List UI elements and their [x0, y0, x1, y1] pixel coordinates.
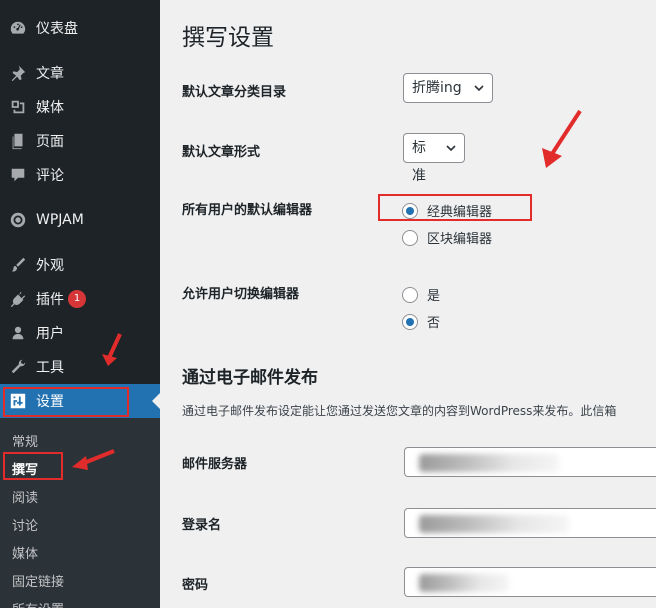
menu-tools-label: 工具	[36, 360, 64, 376]
menu-plugins[interactable]: 插件 1	[0, 282, 160, 316]
pin-icon	[8, 63, 28, 83]
switch-no-radio[interactable]	[402, 313, 418, 330]
red-arrow-icon	[542, 109, 582, 168]
default-format-value: 标准	[412, 140, 426, 184]
menu-posts-label: 文章	[36, 66, 64, 82]
switch-no-option[interactable]: 否	[402, 312, 440, 331]
switch-no-label: 否	[427, 316, 441, 331]
redacted-value	[419, 515, 569, 533]
menu-media[interactable]: 媒体	[0, 90, 160, 124]
default-category-value: 折腾ing	[412, 80, 462, 96]
switch-yes-radio[interactable]	[402, 286, 418, 303]
default-format-select[interactable]: 标准	[403, 133, 465, 184]
menu-pages-label: 页面	[36, 134, 64, 150]
email-section-title: 通过电子邮件发布	[182, 368, 318, 388]
default-category-label: 默认文章分类目录	[182, 85, 287, 100]
submenu-media[interactable]: 媒体	[12, 543, 38, 562]
paintbrush-icon	[8, 255, 28, 275]
redacted-value	[419, 574, 509, 592]
submenu-privacy[interactable]: 所有设置	[12, 599, 64, 608]
editor-block-label: 区块编辑器	[427, 232, 493, 247]
menu-wpjam[interactable]: WPJAM	[0, 203, 160, 237]
menu-dashboard-label: 仪表盘	[36, 21, 78, 37]
editor-block-option[interactable]: 区块编辑器	[402, 228, 492, 247]
admin-sidebar: 仪表盘 文章 媒体 页面 评论 WPJAM 外观 插件 1 用户 工具 设置 常…	[0, 0, 160, 608]
current-menu-arrow	[152, 393, 160, 409]
mail-server-input[interactable]	[404, 447, 656, 477]
default-editor-label: 所有用户的默认编辑器	[182, 203, 313, 218]
dashboard-icon	[8, 18, 28, 38]
highlight-settings-box	[3, 387, 129, 417]
menu-tools[interactable]: 工具	[0, 350, 160, 384]
menu-users-label: 用户	[36, 326, 64, 342]
menu-posts[interactable]: 文章	[0, 56, 160, 90]
wrench-icon	[8, 357, 28, 377]
submenu-reading[interactable]: 阅读	[12, 487, 38, 506]
comment-icon	[8, 165, 28, 185]
login-name-label: 登录名	[182, 518, 222, 533]
user-icon	[8, 323, 28, 343]
menu-pages[interactable]: 页面	[0, 124, 160, 158]
submenu-discussion[interactable]: 讨论	[12, 515, 38, 534]
mail-server-label: 邮件服务器	[182, 457, 248, 472]
highlight-writing-box	[3, 452, 63, 480]
submenu-permalinks[interactable]: 固定链接	[12, 571, 64, 590]
chevron-down-icon	[474, 85, 484, 92]
submenu-general[interactable]: 常规	[12, 431, 38, 450]
menu-appearance[interactable]: 外观	[0, 248, 160, 282]
chevron-down-icon	[446, 145, 456, 152]
plugin-icon	[8, 289, 28, 309]
default-category-select[interactable]: 折腾ing	[403, 73, 493, 103]
menu-plugins-label: 插件	[36, 292, 64, 308]
default-format-label: 默认文章形式	[182, 145, 261, 160]
menu-comments-label: 评论	[36, 168, 64, 184]
email-section-description: 通过电子邮件发布设定能让您通过发送您文章的内容到WordPress来发布。此信箱	[182, 404, 617, 418]
editor-block-radio[interactable]	[402, 229, 418, 246]
redacted-value	[419, 454, 559, 472]
password-label: 密码	[182, 578, 209, 593]
switch-yes-option[interactable]: 是	[402, 285, 440, 304]
main-content: 撰写设置 默认文章分类目录 折腾ing 默认文章形式 标准 所有用户的默认编辑器…	[160, 0, 656, 608]
plugins-update-badge: 1	[68, 290, 86, 308]
media-icon	[8, 97, 28, 117]
login-name-input[interactable]	[404, 508, 656, 538]
allow-switch-label: 允许用户切换编辑器	[182, 287, 300, 302]
highlight-classic-editor-box	[378, 194, 532, 221]
password-input[interactable]	[404, 567, 656, 597]
menu-media-label: 媒体	[36, 100, 64, 116]
red-arrow-icon	[72, 449, 115, 470]
pages-icon	[8, 131, 28, 151]
menu-comments[interactable]: 评论	[0, 158, 160, 192]
wpjam-icon	[8, 210, 28, 230]
menu-appearance-label: 外观	[36, 258, 64, 274]
red-arrow-icon	[102, 333, 122, 366]
menu-wpjam-label: WPJAM	[36, 212, 84, 228]
page-title: 撰写设置	[182, 25, 274, 51]
switch-yes-label: 是	[427, 289, 441, 304]
menu-users[interactable]: 用户	[0, 316, 160, 350]
menu-dashboard[interactable]: 仪表盘	[0, 11, 160, 45]
